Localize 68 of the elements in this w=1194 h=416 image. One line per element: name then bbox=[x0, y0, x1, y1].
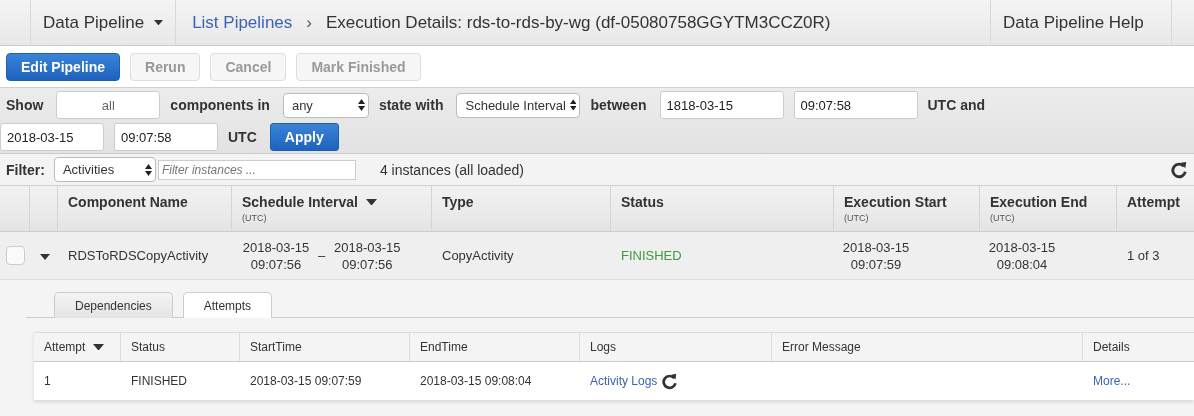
action-button[interactable]: Edit Pipeline bbox=[6, 52, 120, 81]
text-field[interactable]: 2018-03-15 bbox=[0, 123, 104, 151]
updown-icon bbox=[144, 163, 152, 176]
column-header[interactable]: Attempt bbox=[1127, 194, 1184, 210]
status-text: FINISHED bbox=[620, 248, 683, 263]
unit-label: (UTC) bbox=[844, 213, 870, 223]
table-cell-text: 2018-03-15 09:07:56 bbox=[241, 238, 311, 273]
range-dash: – bbox=[318, 248, 326, 263]
table-cell-text: CopyActivity bbox=[441, 248, 515, 263]
column-header[interactable]: Attempt bbox=[44, 340, 105, 354]
column-header[interactable]: Type bbox=[442, 194, 600, 210]
text-field[interactable]: 1818-03-15 bbox=[659, 91, 784, 119]
unit-label: (UTC) bbox=[990, 213, 1016, 223]
detail-tab[interactable]: Dependencies bbox=[54, 292, 173, 318]
column-header[interactable]: StartTime bbox=[250, 340, 302, 354]
updown-icon bbox=[569, 99, 577, 111]
type-select[interactable]: Activities bbox=[53, 157, 156, 182]
table-cell-text: 2018-03-15 09:08:04 bbox=[987, 238, 1057, 273]
column-header[interactable]: Execution Start bbox=[844, 194, 969, 210]
column-header[interactable]: Error Message bbox=[782, 340, 861, 354]
table-cell-text: 1 bbox=[43, 374, 52, 388]
column-header[interactable]: Schedule Interval bbox=[242, 194, 421, 210]
unit-label: (UTC) bbox=[242, 213, 268, 223]
filter-label: Show bbox=[6, 97, 44, 113]
filter-label: UTC and bbox=[927, 97, 986, 113]
column-header[interactable]: Status bbox=[131, 340, 166, 354]
filter-label: between bbox=[590, 97, 647, 113]
refresh-icon[interactable] bbox=[661, 372, 679, 390]
filter-label: components in bbox=[170, 97, 270, 113]
table-cell-text: 1 of 3 bbox=[1126, 248, 1161, 263]
service-menu[interactable]: Data Pipeline bbox=[30, 0, 177, 46]
sort-caret-icon bbox=[365, 198, 377, 206]
table-cell-text: FINISHED bbox=[130, 374, 188, 388]
row-checkbox[interactable] bbox=[6, 246, 25, 265]
column-header[interactable]: Component Name bbox=[68, 194, 221, 210]
select-field[interactable]: any bbox=[282, 92, 369, 118]
column-header[interactable]: EndTime bbox=[420, 340, 468, 354]
filter-label: state with bbox=[378, 97, 444, 113]
column-header[interactable]: Logs bbox=[590, 340, 617, 354]
logs-link[interactable]: Activity Logs bbox=[590, 374, 658, 388]
instance-count: 4 instances (all loaded) bbox=[379, 161, 525, 178]
updown-icon bbox=[357, 99, 365, 111]
help-link[interactable]: Data Pipeline Help bbox=[990, 0, 1172, 46]
refresh-icon[interactable] bbox=[1170, 160, 1188, 179]
table-cell-text: 2018-03-15 09:08:04 bbox=[419, 374, 533, 388]
text-field[interactable]: all bbox=[56, 91, 161, 119]
text-field[interactable]: 09:07:58 bbox=[114, 123, 218, 151]
filter-field[interactable]: Filter instances ... bbox=[157, 159, 356, 180]
table-cell-text: 2018-03-15 09:07:56 bbox=[333, 238, 402, 273]
filter-label: UTC bbox=[228, 129, 257, 145]
details-link[interactable]: More... bbox=[1093, 374, 1131, 388]
table-cell-text: 2018-03-15 09:07:59 bbox=[249, 374, 363, 388]
column-header[interactable]: Status bbox=[621, 194, 823, 210]
table-cell-text: 2018-03-15 09:07:59 bbox=[841, 238, 911, 273]
breadcrumb-link[interactable]: List Pipelines bbox=[192, 12, 293, 33]
filter-label: Filter: bbox=[6, 161, 45, 178]
expand-caret-icon[interactable] bbox=[40, 254, 50, 260]
column-header[interactable]: Execution End bbox=[990, 194, 1106, 210]
breadcrumb-separator: › bbox=[306, 12, 312, 33]
chevron-down-icon bbox=[154, 19, 164, 26]
page-title: Execution Details: rds-to-rds-by-wg (df-05080758GGYTM3CCZ0R) bbox=[325, 12, 832, 33]
sort-caret-icon bbox=[93, 343, 105, 351]
table-cell-text: RDSToRDSCopyActivity bbox=[67, 248, 210, 263]
column-header[interactable]: Details bbox=[1093, 340, 1130, 354]
text-field[interactable]: 09:07:58 bbox=[793, 91, 918, 119]
apply-button[interactable]: Apply bbox=[269, 123, 339, 151]
detail-tab[interactable]: Attempts bbox=[182, 292, 273, 318]
select-field[interactable]: Schedule Interval bbox=[456, 92, 581, 118]
